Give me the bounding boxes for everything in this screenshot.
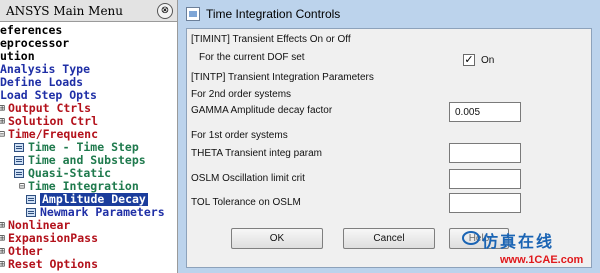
expand-branch-icon[interactable]: ⊞ [0, 245, 5, 258]
help-button[interactable]: Help [449, 228, 509, 249]
menu-leaf-icon [26, 208, 36, 217]
ok-button[interactable]: OK [231, 228, 323, 249]
gamma-input[interactable] [449, 102, 521, 122]
main-menu-titlebar: ANSYS Main Menu ⊗ [0, 0, 177, 22]
main-menu-title: ANSYS Main Menu [6, 3, 124, 18]
dialog-titlebar[interactable]: Time Integration Controls [178, 0, 600, 28]
dialog-body: [TIMINT] Transient Effects On or Off For… [186, 28, 592, 268]
second-order-label: For 2nd order systems [191, 89, 292, 100]
main-menu-tree: eferences eprocessor ution Analysis Type Def… [0, 22, 177, 271]
ansys-main-menu: ANSYS Main Menu ⊗ eferences eprocessor uti… [0, 0, 178, 273]
expand-branch-icon[interactable]: ⊞ [0, 232, 5, 245]
menu-leaf-icon [14, 156, 24, 165]
theta-label: THETA Transient integ param [191, 148, 322, 159]
tol-input[interactable] [449, 193, 521, 213]
tol-label: TOL Tolerance on OSLM [191, 197, 301, 208]
timint-label: [TIMINT] Transient Effects On or Off [191, 34, 351, 45]
expand-branch-icon[interactable]: ⊞ [0, 102, 5, 115]
expand-branch-icon[interactable]: ⊞ [0, 219, 5, 232]
dialog-title: Time Integration Controls [206, 7, 341, 21]
collapse-branch-icon[interactable]: ⊟ [0, 128, 5, 141]
time-integration-dialog: Time Integration Controls [TIMINT] Trans… [178, 0, 600, 273]
expand-branch-icon[interactable]: ⊞ [0, 115, 5, 128]
tintp-label: [TINTP] Transient Integration Parameters [191, 72, 374, 83]
menu-leaf-icon [14, 143, 24, 152]
first-order-label: For 1st order systems [191, 130, 288, 141]
dof-on-toggle[interactable]: ✓ On [463, 54, 494, 66]
theta-input[interactable] [449, 143, 521, 163]
expand-branch-icon[interactable]: ⊞ [0, 258, 5, 271]
dof-set-label: For the current DOF set [199, 52, 305, 63]
menu-leaf-icon [26, 195, 36, 204]
gamma-label: GAMMA Amplitude decay factor [191, 105, 333, 116]
oslm-input[interactable] [449, 169, 521, 189]
menu-item-reset-options[interactable]: ⊞Reset Options [0, 258, 177, 271]
menu-item-label: Reset Options [8, 257, 99, 271]
collapse-menu-icon[interactable]: ⊗ [157, 2, 173, 19]
dof-on-checkbox[interactable]: ✓ [463, 54, 475, 66]
menu-leaf-icon [14, 169, 24, 178]
dof-on-label: On [481, 54, 495, 66]
cancel-button[interactable]: Cancel [343, 228, 435, 249]
collapse-branch-icon[interactable]: ⊟ [19, 180, 25, 193]
oslm-label: OSLM Oscillation limit crit [191, 173, 305, 184]
window-app-icon [186, 7, 200, 21]
